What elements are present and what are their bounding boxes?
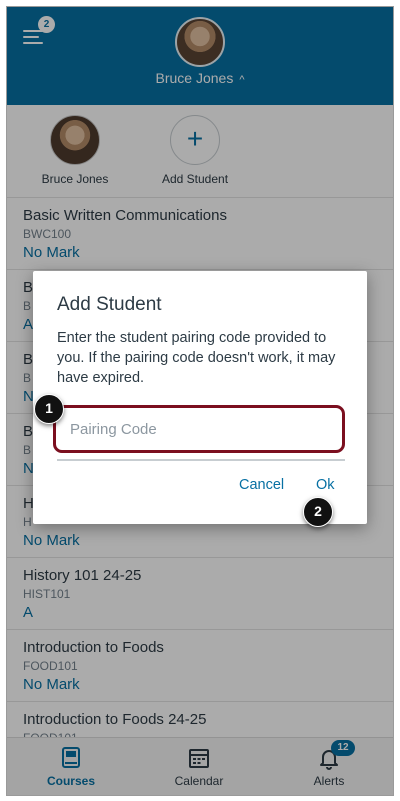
cancel-button[interactable]: Cancel <box>239 477 284 493</box>
pairing-code-input[interactable] <box>70 418 330 440</box>
dialog-message: Enter the student pairing code provided … <box>57 330 336 386</box>
dialog-title: Add Student <box>57 294 162 315</box>
ok-button[interactable]: Ok <box>316 477 335 493</box>
add-student-dialog: Add Student Enter the student pairing co… <box>33 271 367 524</box>
app-screen: 2 Bruce Jones ^ Bruce Jones + Add Student… <box>6 6 394 796</box>
callout-marker-2: 2 <box>303 497 333 527</box>
input-underline <box>57 459 345 461</box>
callout-marker-1: 1 <box>34 394 64 424</box>
pairing-code-highlight <box>53 405 345 453</box>
